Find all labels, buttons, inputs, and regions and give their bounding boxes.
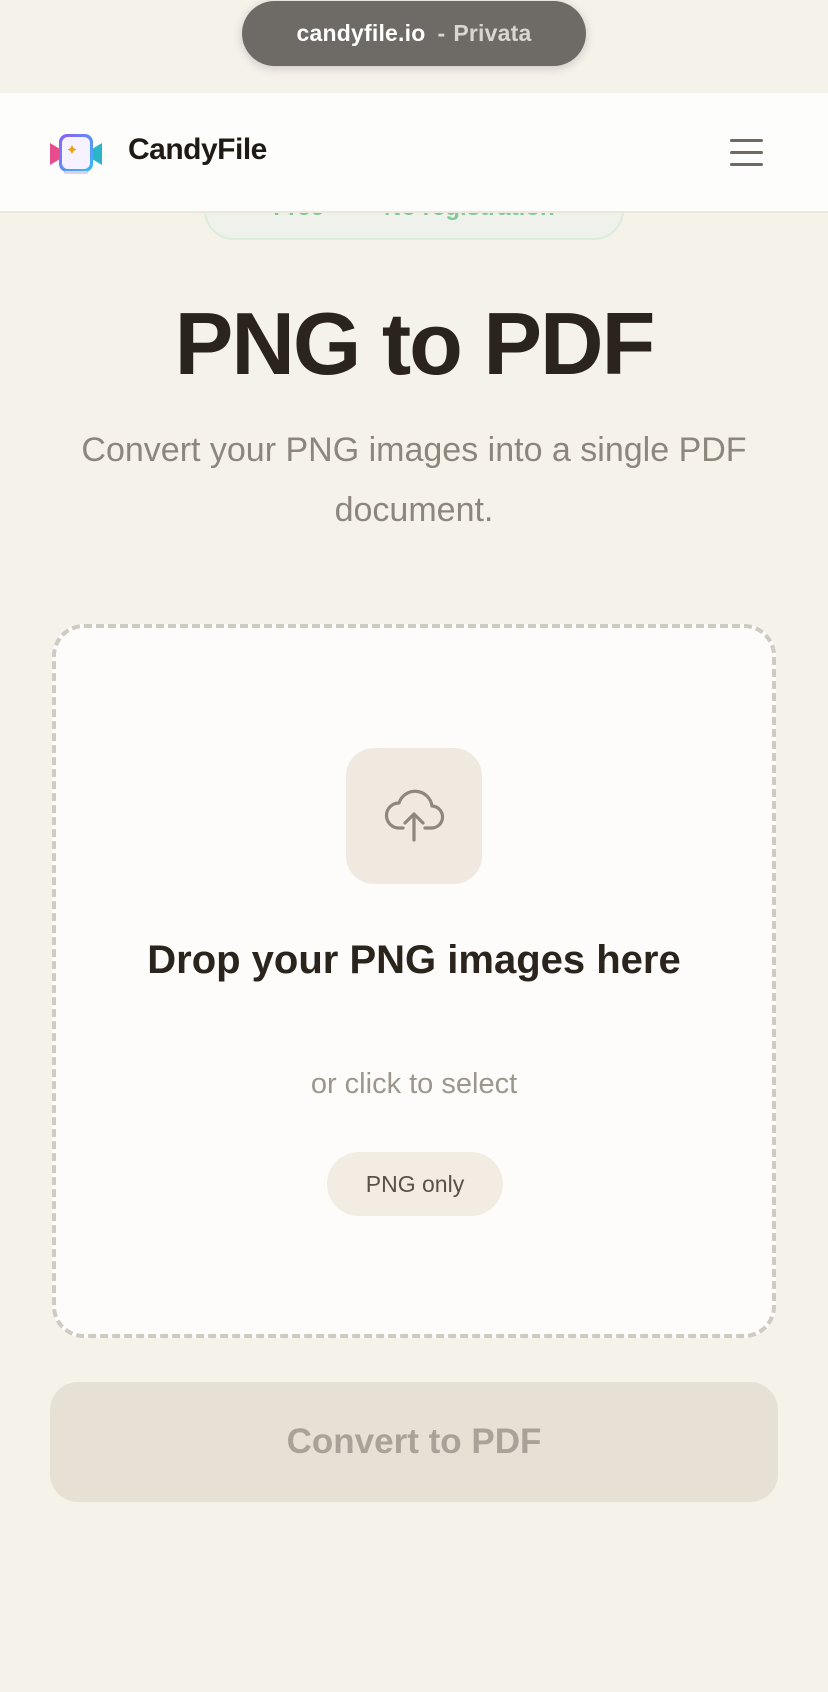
page-title: PNG to PDF bbox=[174, 294, 656, 393]
url-domain: candyfile.io bbox=[296, 20, 426, 46]
candyfile-logo-icon[interactable] bbox=[48, 131, 104, 177]
private-mode-label: Privata bbox=[453, 20, 532, 46]
dropzone-hint: or click to select bbox=[310, 1068, 518, 1100]
url-separator: - bbox=[437, 20, 446, 46]
site-header: CandyFile bbox=[0, 93, 828, 213]
dropzone-title: Drop your PNG images here bbox=[147, 938, 681, 982]
format-chip: PNG only bbox=[327, 1152, 503, 1216]
hamburger-menu-icon[interactable] bbox=[726, 135, 768, 171]
brand-name[interactable]: CandyFile bbox=[128, 133, 267, 167]
page-subtitle: Convert your PNG images into a single PD… bbox=[81, 431, 747, 529]
file-dropzone[interactable]: Drop your PNG images here or click to se… bbox=[52, 624, 776, 1338]
convert-to-pdf-button[interactable]: Convert to PDF bbox=[50, 1382, 778, 1502]
browser-url-bar[interactable]: candyfile.io - Privata bbox=[242, 1, 586, 66]
cloud-upload-icon bbox=[346, 748, 482, 884]
